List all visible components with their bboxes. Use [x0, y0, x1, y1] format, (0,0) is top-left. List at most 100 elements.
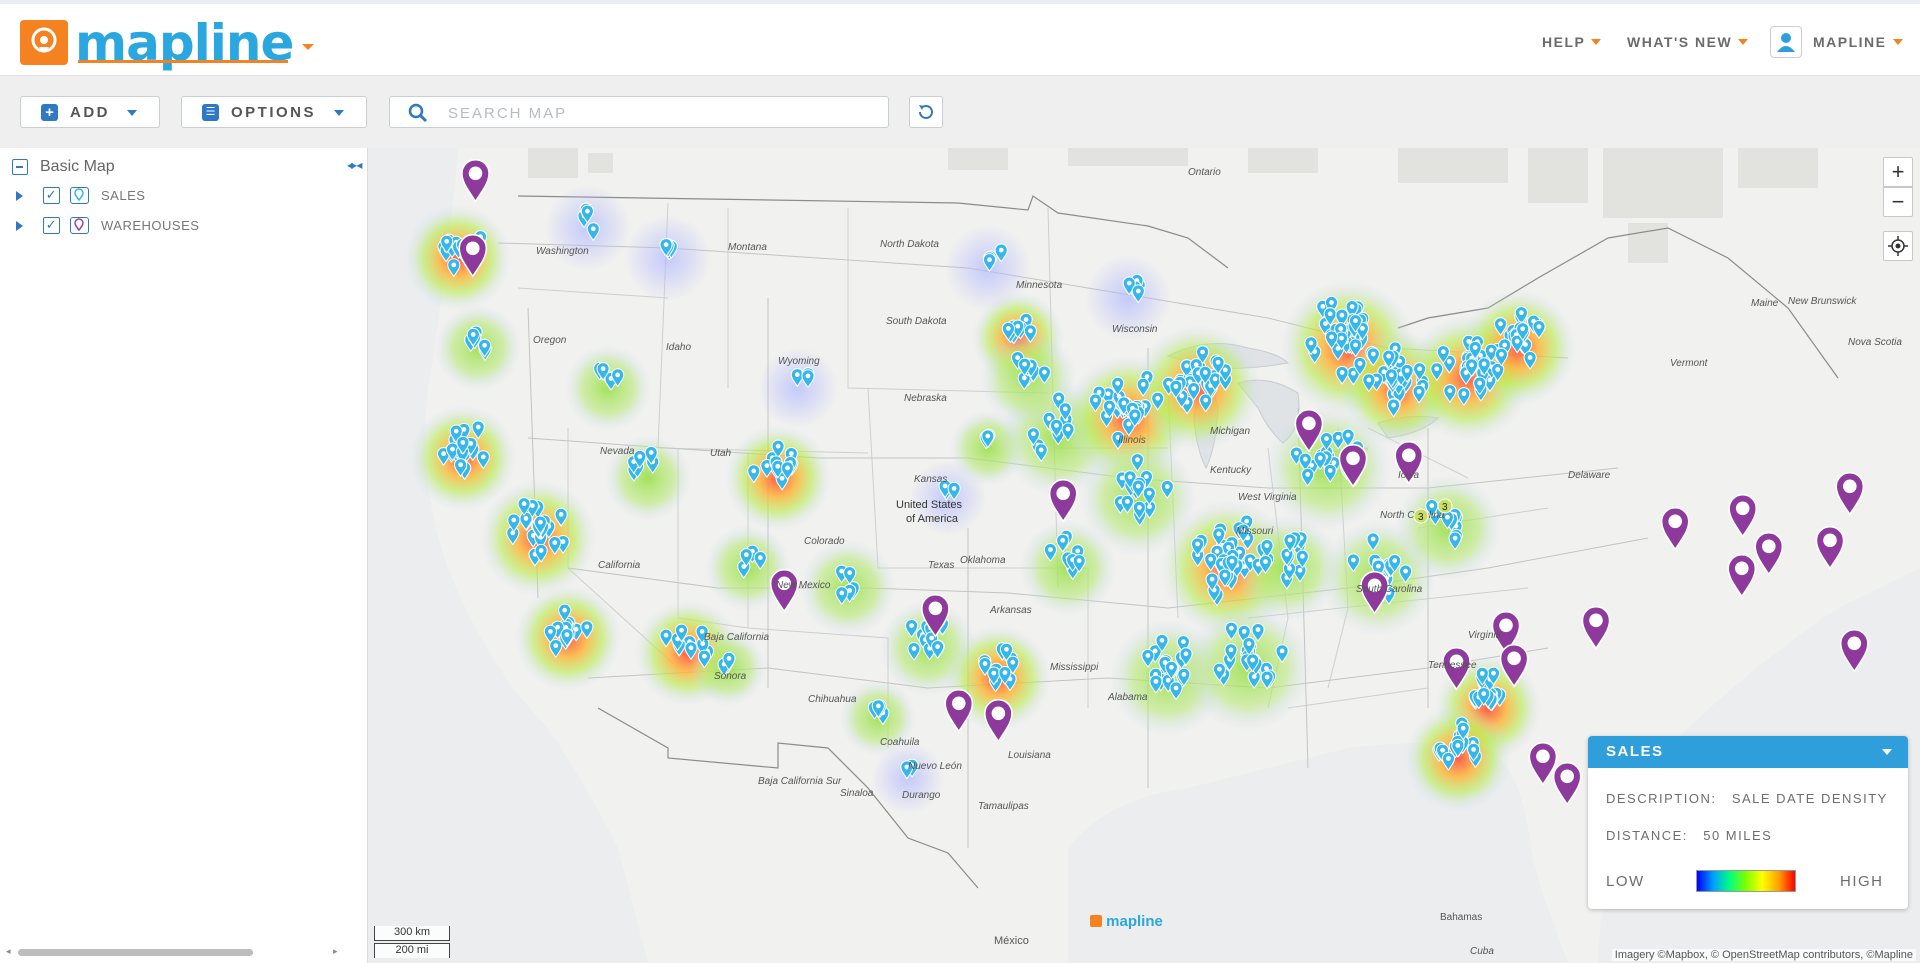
collapse-icon[interactable] [12, 159, 28, 175]
label-vermont: Vermont [1670, 358, 1709, 369]
watermark-logo-icon [1090, 915, 1102, 927]
label-south-carolina: South Carolina [1356, 584, 1423, 595]
label-mexico: México [994, 935, 1029, 947]
expand-arrow-icon[interactable] [16, 220, 23, 231]
label-tamaulipas: Tamaulipas [978, 801, 1029, 812]
legend-title: SALES [1606, 743, 1664, 760]
sales-legend: SALES DESCRIPTION: SALE DATE DENSITY DIS… [1588, 736, 1908, 909]
chevron-down-icon [127, 110, 137, 116]
refresh-button[interactable] [909, 96, 943, 128]
label-united-states-2: of America [906, 513, 959, 525]
whats-new-menu[interactable]: WHAT'S NEW [1627, 34, 1749, 50]
account-menu[interactable]: MAPLINE [1813, 34, 1903, 50]
label-delaware: Delaware [1568, 470, 1611, 481]
layer-root[interactable]: Basic Map [12, 158, 115, 176]
marker-layer-icon [70, 187, 89, 204]
label-alabama: Alabama [1107, 692, 1148, 703]
mapline-logo-icon[interactable] [20, 20, 68, 65]
chevron-down-icon [1738, 39, 1749, 45]
marker-layer-icon [70, 217, 89, 234]
layer-checkbox[interactable]: ✓ [43, 187, 60, 204]
label-chihuahua: Chihuahua [808, 694, 857, 705]
zoom-out-button[interactable]: − [1883, 187, 1913, 217]
label-sinaloa: Sinaloa [840, 788, 874, 799]
panel-collapse-icon[interactable]: ◂▸ ◂ [347, 158, 362, 172]
scale-bar-mi: 200 mi [374, 943, 450, 958]
heat-spot [872, 742, 944, 814]
label-nuevo-leon: Nuevo León [908, 761, 962, 772]
legend-distance-value: 50 MILES [1703, 828, 1773, 843]
label-virginia: Virginia [1468, 630, 1502, 641]
layer-checkbox[interactable]: ✓ [43, 217, 60, 234]
legend-distance-label: DISTANCE: [1606, 828, 1688, 843]
search-box [389, 96, 889, 128]
label-michigan: Michigan [1210, 426, 1250, 437]
label-nova-scotia: Nova Scotia [1848, 337, 1902, 348]
zoom-in-button[interactable]: + [1883, 157, 1913, 187]
legend-description-label: DESCRIPTION: [1606, 791, 1717, 806]
mapline-watermark: mapline [1090, 913, 1163, 930]
label-missouri: Missouri [1236, 526, 1274, 537]
logo-menu-caret-icon[interactable] [302, 44, 314, 50]
label-washington: Washington [536, 246, 589, 257]
expand-arrow-icon[interactable] [16, 190, 23, 201]
heat-spot [435, 305, 521, 391]
label-idaho: Idaho [666, 342, 691, 353]
legend-description-value: SALE DATE DENSITY [1731, 791, 1888, 806]
label-kentucky: Kentucky [1210, 465, 1252, 476]
cluster-count-a: 3 [1418, 512, 1424, 523]
map-attribution[interactable]: Imagery ©Mapbox, © OpenStreetMap contrib… [1611, 949, 1916, 961]
layer-item-sales[interactable]: ✓ SALES [16, 187, 145, 204]
legend-header[interactable]: SALES [1588, 736, 1908, 768]
crosshair-icon [1888, 236, 1908, 256]
label-north-carolina: North Carolina [1380, 510, 1445, 521]
options-button[interactable]: ☰ OPTIONS [181, 96, 367, 128]
layer-label-sales: SALES [101, 188, 146, 203]
label-montana: Montana [728, 242, 767, 253]
heat-spot [565, 345, 651, 431]
search-input[interactable] [448, 103, 868, 123]
scroll-left-icon[interactable]: ◂ [6, 946, 11, 957]
layer-item-warehouses[interactable]: ✓ WAREHOUSES [16, 217, 199, 234]
label-new-brunswick: New Brunswick [1788, 296, 1857, 307]
label-new-mexico: New Mexico [776, 580, 831, 591]
map-canvas[interactable]: Ontario Montana North Dakota Washington … [368, 148, 1920, 963]
help-menu[interactable]: HELP [1542, 34, 1602, 50]
plus-icon: + [41, 103, 58, 121]
sidebar-scrollbar[interactable]: ◂ ▸ [0, 943, 346, 961]
locate-button[interactable] [1883, 231, 1913, 261]
layer-label-warehouses: WAREHOUSES [101, 218, 200, 233]
label-durango: Durango [902, 790, 941, 801]
scroll-right-icon[interactable]: ▸ [333, 946, 338, 957]
label-mississippi: Mississippi [1050, 662, 1099, 673]
label-baja-sur: Baja California Sur [758, 776, 842, 787]
label-north-dakota: North Dakota [880, 239, 939, 250]
scrollbar-thumb[interactable] [18, 949, 253, 956]
label-coahuila: Coahuila [880, 737, 920, 748]
legend-distance: DISTANCE: 50 MILES [1606, 828, 1772, 843]
map-toolbar: + ADD ☰ OPTIONS [0, 76, 1920, 148]
account-menu-label: MAPLINE [1813, 34, 1887, 50]
chevron-down-icon[interactable] [1882, 749, 1892, 755]
scale-bar-km: 300 km [374, 926, 450, 941]
chevron-down-icon [1591, 39, 1602, 45]
legend-low-label: LOW [1606, 873, 1645, 890]
search-icon [408, 103, 428, 123]
add-button[interactable]: + ADD [20, 96, 160, 128]
label-utah: Utah [710, 448, 732, 459]
legend-color-scale [1696, 870, 1796, 892]
add-button-label: ADD [70, 103, 110, 121]
logo-wordmark[interactable]: mapline [75, 14, 294, 72]
options-button-label: OPTIONS [231, 103, 317, 121]
chevron-down-icon [1892, 39, 1903, 45]
label-maine: Maine [1751, 298, 1779, 309]
label-ontario: Ontario [1188, 167, 1221, 178]
label-united-states-1: United States [896, 499, 963, 511]
label-oregon: Oregon [533, 335, 567, 346]
user-avatar-icon[interactable] [1770, 26, 1802, 58]
label-illinois: Illinois [1118, 435, 1146, 446]
whats-new-label: WHAT'S NEW [1627, 34, 1733, 50]
label-bahamas: Bahamas [1440, 912, 1482, 923]
label-west-virginia: West Virginia [1238, 492, 1297, 503]
label-south-dakota: South Dakota [886, 316, 947, 327]
